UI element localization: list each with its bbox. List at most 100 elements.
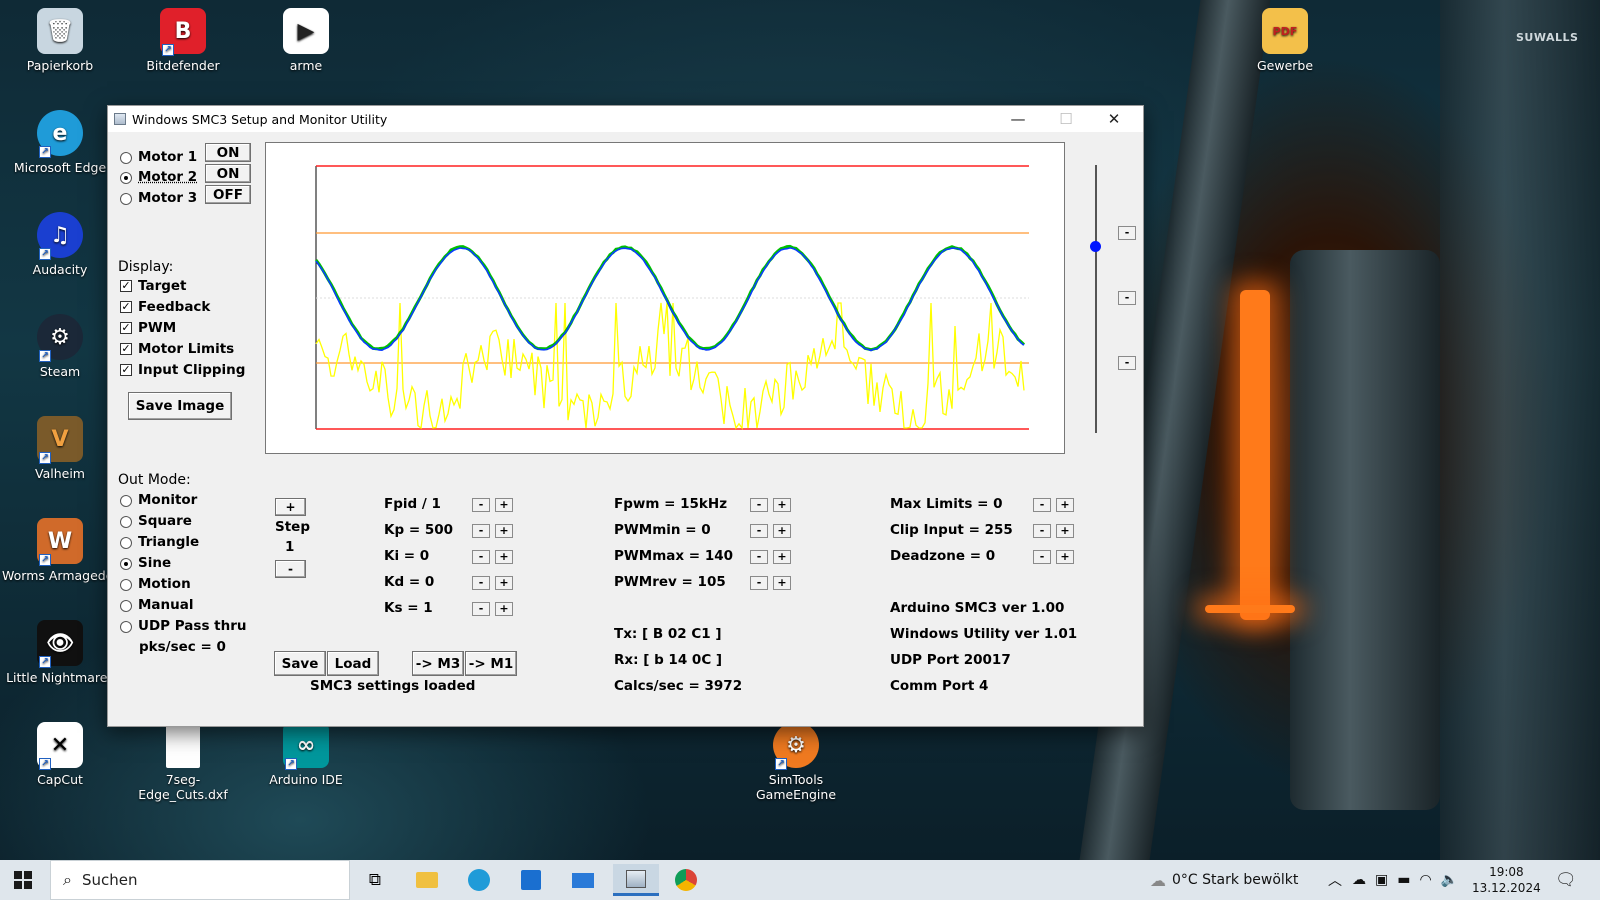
side-minus-button-1[interactable]: - xyxy=(1118,226,1136,240)
fpwm-plus-button[interactable]: + xyxy=(773,498,791,512)
side-minus-button-2[interactable]: - xyxy=(1118,291,1136,305)
kd-minus-button[interactable]: - xyxy=(472,576,490,590)
mode-udp-radio[interactable] xyxy=(120,621,132,633)
taskbar-chrome[interactable] xyxy=(666,864,706,896)
desktop-icon-little-nightmares[interactable]: 👁 ↗ Little Nightmares xyxy=(2,620,118,685)
deadzone-plus-button[interactable]: + xyxy=(1056,550,1074,564)
input-clipping-checkbox[interactable]: ✓ xyxy=(120,364,132,376)
ks-plus-button[interactable]: + xyxy=(495,602,513,616)
save-image-button[interactable]: Save Image xyxy=(128,392,232,420)
ki-minus-button[interactable]: - xyxy=(472,550,490,564)
taskbar-edge[interactable] xyxy=(459,864,499,896)
max-limits-plus-button[interactable]: + xyxy=(1056,498,1074,512)
pwmmin-minus-button[interactable]: - xyxy=(750,524,768,538)
taskbar-file-explorer[interactable] xyxy=(407,864,447,896)
load-settings-button[interactable]: Load xyxy=(327,651,379,676)
minimize-button[interactable]: — xyxy=(994,106,1042,132)
pwmrev-plus-button[interactable]: + xyxy=(773,576,791,590)
side-minus-button-3[interactable]: - xyxy=(1118,356,1136,370)
desktop-icon-bitdefender[interactable]: B ↗ Bitdefender xyxy=(125,8,241,73)
mode-monitor-label[interactable]: Monitor xyxy=(138,492,197,508)
device-icon[interactable]: ▣ xyxy=(1375,872,1388,888)
pwmmin-plus-button[interactable]: + xyxy=(773,524,791,538)
target-checkbox[interactable]: ✓ xyxy=(120,280,132,292)
desktop-icon-gewerbe[interactable]: PDF Gewerbe xyxy=(1227,8,1343,73)
desktop-icon-worms[interactable]: W ↗ Worms Armageddon xyxy=(2,518,118,583)
motor-2-label[interactable]: Motor 2 xyxy=(138,169,197,185)
motor-3-toggle-button[interactable]: OFF xyxy=(205,185,251,204)
kp-minus-button[interactable]: - xyxy=(472,524,490,538)
kd-plus-button[interactable]: + xyxy=(495,576,513,590)
motor-limits-label[interactable]: Motor Limits xyxy=(138,341,234,357)
feedback-checkbox[interactable]: ✓ xyxy=(120,301,132,313)
clock[interactable]: 19:08 13.12.2024 xyxy=(1472,860,1541,900)
deadzone-minus-button[interactable]: - xyxy=(1033,550,1051,564)
copy-to-m3-button[interactable]: -> M3 xyxy=(412,651,464,676)
motor-1-label[interactable]: Motor 1 xyxy=(138,149,197,165)
pwmmax-plus-button[interactable]: + xyxy=(773,550,791,564)
desktop-icon-audacity[interactable]: ♫ ↗ Audacity xyxy=(2,212,118,277)
motor-1-toggle-button[interactable]: ON xyxy=(205,143,251,162)
desktop-icon-papierkorb[interactable]: 🗑 Papierkorb xyxy=(2,8,118,73)
target-label[interactable]: Target xyxy=(138,278,187,294)
weather-widget[interactable]: ☁ 0°C Stark bewölkt xyxy=(1150,860,1298,900)
copy-to-m1-button[interactable]: -> M1 xyxy=(465,651,517,676)
mode-sine-radio[interactable] xyxy=(120,558,132,570)
step-minus-button[interactable]: - xyxy=(275,560,306,578)
desktop-icon-capcut[interactable]: ✕ ↗ CapCut xyxy=(2,722,118,787)
motor-limits-checkbox[interactable]: ✓ xyxy=(120,343,132,355)
desktop-icon-arduino[interactable]: ∞ ↗ Arduino IDE xyxy=(248,722,364,787)
task-view-button[interactable]: ⧉ xyxy=(355,864,395,896)
step-plus-button[interactable]: + xyxy=(275,498,306,516)
motor-3-label[interactable]: Motor 3 xyxy=(138,190,197,206)
taskbar-mail[interactable] xyxy=(563,864,603,896)
notification-center-button[interactable]: 🗨 xyxy=(1555,860,1577,900)
pwm-label[interactable]: PWM xyxy=(138,320,176,336)
battery-icon[interactable]: ▬ xyxy=(1397,872,1410,888)
feedback-label[interactable]: Feedback xyxy=(138,299,210,315)
motor-2-toggle-button[interactable]: ON xyxy=(205,164,251,183)
motor-2-radio[interactable] xyxy=(120,172,132,184)
mode-manual-label[interactable]: Manual xyxy=(138,597,194,613)
mode-motion-label[interactable]: Motion xyxy=(138,576,191,592)
mode-sine-label[interactable]: Sine xyxy=(138,555,171,571)
ki-plus-button[interactable]: + xyxy=(495,550,513,564)
ks-minus-button[interactable]: - xyxy=(472,602,490,616)
mode-monitor-radio[interactable] xyxy=(120,495,132,507)
fpid-plus-button[interactable]: + xyxy=(495,498,513,512)
desktop-icon-valheim[interactable]: V ↗ Valheim xyxy=(2,416,118,481)
start-button[interactable] xyxy=(14,871,32,893)
motor-1-radio[interactable] xyxy=(120,152,132,164)
input-clipping-label[interactable]: Input Clipping xyxy=(138,362,245,378)
taskbar-smc3-utility[interactable] xyxy=(613,864,659,896)
maximize-button[interactable]: ☐ xyxy=(1042,106,1090,132)
position-slider-track[interactable] xyxy=(1095,165,1097,433)
pwmmax-minus-button[interactable]: - xyxy=(750,550,768,564)
clip-input-minus-button[interactable]: - xyxy=(1033,524,1051,538)
mode-square-label[interactable]: Square xyxy=(138,513,192,529)
position-slider-thumb[interactable] xyxy=(1090,241,1101,252)
desktop-icon-edge[interactable]: e ↗ Microsoft Edge xyxy=(2,110,118,175)
mode-square-radio[interactable] xyxy=(120,516,132,528)
max-limits-minus-button[interactable]: - xyxy=(1033,498,1051,512)
window-titlebar[interactable]: Windows SMC3 Setup and Monitor Utility —… xyxy=(108,106,1143,132)
save-settings-button[interactable]: Save xyxy=(274,651,326,676)
pwmrev-minus-button[interactable]: - xyxy=(750,576,768,590)
mode-motion-radio[interactable] xyxy=(120,579,132,591)
motor-3-radio[interactable] xyxy=(120,193,132,205)
onedrive-icon[interactable]: ☁ xyxy=(1352,872,1366,888)
fpid-minus-button[interactable]: - xyxy=(472,498,490,512)
desktop-icon-arme[interactable]: ▶ arme xyxy=(248,8,364,73)
desktop-icon-steam[interactable]: ⚙ ↗ Steam xyxy=(2,314,118,379)
desktop-icon-simtools[interactable]: ⚙ ↗ SimTools GameEngine xyxy=(738,722,854,802)
taskbar-store[interactable] xyxy=(511,864,551,896)
kp-plus-button[interactable]: + xyxy=(495,524,513,538)
volume-icon[interactable]: 🔈 xyxy=(1441,872,1458,888)
mode-udp-label[interactable]: UDP Pass thru xyxy=(138,618,247,634)
close-button[interactable]: ✕ xyxy=(1090,106,1138,132)
clip-input-plus-button[interactable]: + xyxy=(1056,524,1074,538)
wifi-icon[interactable]: ◠ xyxy=(1419,872,1431,888)
pwm-checkbox[interactable]: ✓ xyxy=(120,322,132,334)
desktop-icon-dxf-file[interactable]: 7seg-Edge_Cuts.dxf xyxy=(125,722,241,802)
taskbar-search-box[interactable]: ⌕ Suchen xyxy=(50,860,350,900)
